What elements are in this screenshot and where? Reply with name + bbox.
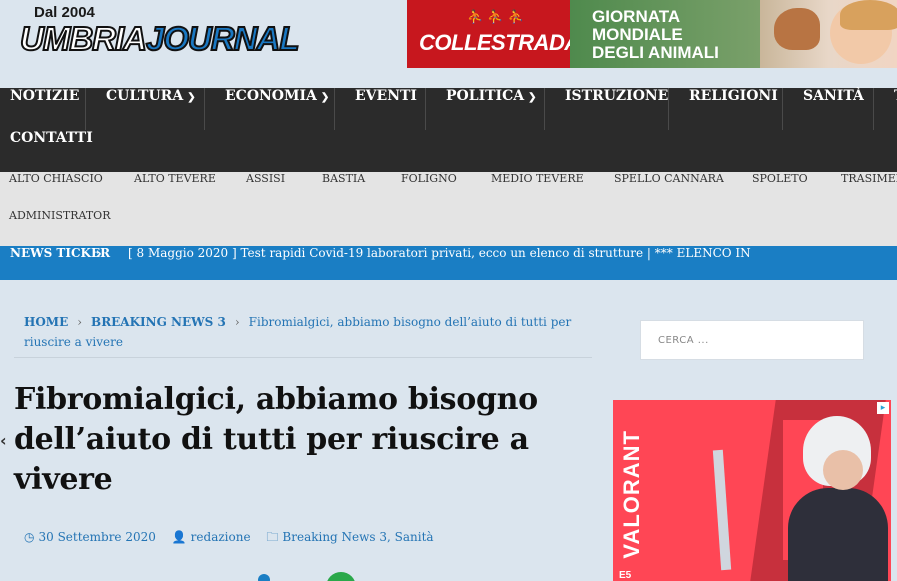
- dog-image: [774, 8, 820, 50]
- subnav-item-spello-cannara[interactable]: SPELLO CANNARA: [614, 172, 724, 209]
- main-navigation: NOTIZIE CULTURA ❯ ECONOMIA ❯ EVENTI POLITI…: [0, 88, 897, 172]
- clock-icon: ◷: [24, 530, 35, 544]
- nav-item-notizie[interactable]: NOTIZIE: [0, 88, 86, 130]
- subnav-item-trasimeno[interactable]: TRASIMENO: [841, 172, 897, 209]
- subnav-item-assisi[interactable]: ASSISI: [246, 172, 285, 209]
- subnav-item-administrator[interactable]: ADMINISTRATOR: [9, 209, 110, 246]
- nav-item-economia[interactable]: ECONOMIA ❯: [205, 88, 335, 130]
- nav-item-istruzione[interactable]: ISTRUZIONE: [545, 88, 669, 130]
- breadcrumb-home[interactable]: HOME: [24, 315, 68, 329]
- chevron-down-icon: ❯: [528, 92, 537, 103]
- banner-photo: [760, 0, 897, 68]
- article-meta: ◷ 30 Settembre 2020 👤 redazione 🗀 Breaking …: [24, 528, 446, 549]
- chevron-right-icon: ›: [96, 246, 102, 262]
- article-date[interactable]: 30 Settembre 2020: [38, 530, 155, 544]
- nav-item-eventi[interactable]: EVENTI: [335, 88, 426, 130]
- logo-brand: UMBRIAJOURNAL: [19, 19, 300, 58]
- character-body: [788, 488, 888, 581]
- chevron-left-icon[interactable]: ‹: [0, 431, 7, 450]
- divider: [14, 357, 592, 358]
- nav-item-cultura[interactable]: CULTURA ❯: [86, 88, 205, 130]
- chevron-right-icon: ›: [234, 315, 240, 329]
- article-categories[interactable]: Breaking News 3, Sanità: [282, 530, 433, 544]
- banner-message: GIORNATA MONDIALE DEGLI ANIMALI: [570, 0, 760, 68]
- sponsor-block: ⛹ ⛹ ⛹ COLLESTRADA: [407, 0, 580, 68]
- chevron-down-icon: ❯: [320, 92, 330, 103]
- logo-since: Dal 2004: [34, 4, 95, 21]
- whatsapp-share-button[interactable]: [326, 572, 356, 581]
- subnav-item-foligno[interactable]: FOLIGNO: [401, 172, 457, 209]
- site-logo[interactable]: Dal 2004 UMBRIAJOURNAL: [19, 4, 350, 60]
- breadcrumb-section[interactable]: BREAKING NEWS 3: [91, 315, 226, 329]
- article-title: Fibromialgici, abbiamo bisogno dell’aiut…: [14, 382, 538, 497]
- chevron-down-icon: ❯: [187, 92, 196, 103]
- subnav-item-alto-chiascio[interactable]: ALTO CHIASCIO: [9, 172, 103, 209]
- nav-item-sanita[interactable]: SANITÀ: [783, 88, 874, 130]
- share-button[interactable]: [258, 574, 270, 581]
- folder-icon: 🗀: [266, 530, 279, 544]
- site-header: Dal 2004 UMBRIAJOURNAL ⛹ ⛹ ⛹ COLLESTRADA…: [0, 0, 897, 88]
- chevron-right-icon: ›: [77, 315, 83, 329]
- cyclists-icon: ⛹ ⛹ ⛹: [467, 10, 524, 25]
- ad-info-icon[interactable]: ▸: [877, 402, 889, 414]
- search-box: [640, 320, 864, 360]
- ad-brand: VALORANT: [619, 430, 644, 559]
- breadcrumb: HOME › BREAKING NEWS 3 › Fibromialgici, abbi…: [24, 312, 589, 352]
- nav-item-politica[interactable]: POLITICA ❯: [426, 88, 545, 130]
- ticker-headline[interactable]: [ 8 Maggio 2020 ] Test rapidi Covid-19 l…: [128, 246, 751, 260]
- user-icon: 👤: [171, 530, 187, 544]
- header-ad-banner[interactable]: ⛹ ⛹ ⛹ COLLESTRADA GIORNATA MONDIALE DEGL…: [407, 0, 897, 68]
- ad-footer: E5: [619, 570, 632, 581]
- subnav-item-spoleto[interactable]: SPOLETO: [752, 172, 808, 209]
- search-input[interactable]: [641, 321, 863, 359]
- article-author[interactable]: redazione: [191, 530, 251, 544]
- sub-navigation: ALTO CHIASCIO ALTO TEVERE ASSISI BASTIA …: [0, 172, 897, 246]
- subnav-item-medio-tevere[interactable]: MEDIO TEVERE: [491, 172, 584, 209]
- subnav-item-alto-tevere[interactable]: ALTO TEVERE: [134, 172, 216, 209]
- sidebar-ad[interactable]: VALORANT E5 ▸: [613, 400, 891, 581]
- subnav-item-bastia[interactable]: BASTIA: [322, 172, 365, 209]
- sponsor-name: COLLESTRADA: [419, 30, 580, 55]
- nav-item-contatti[interactable]: CONTATTI: [0, 130, 93, 172]
- nav-item-religioni[interactable]: RELIGIONI: [669, 88, 783, 130]
- blade-image: [712, 449, 732, 571]
- nav-item-truncated[interactable]: T: [874, 88, 897, 130]
- character-face: [823, 450, 863, 490]
- news-ticker: NEWS TICKER › [ 8 Maggio 2020 ] Test rap…: [0, 246, 897, 280]
